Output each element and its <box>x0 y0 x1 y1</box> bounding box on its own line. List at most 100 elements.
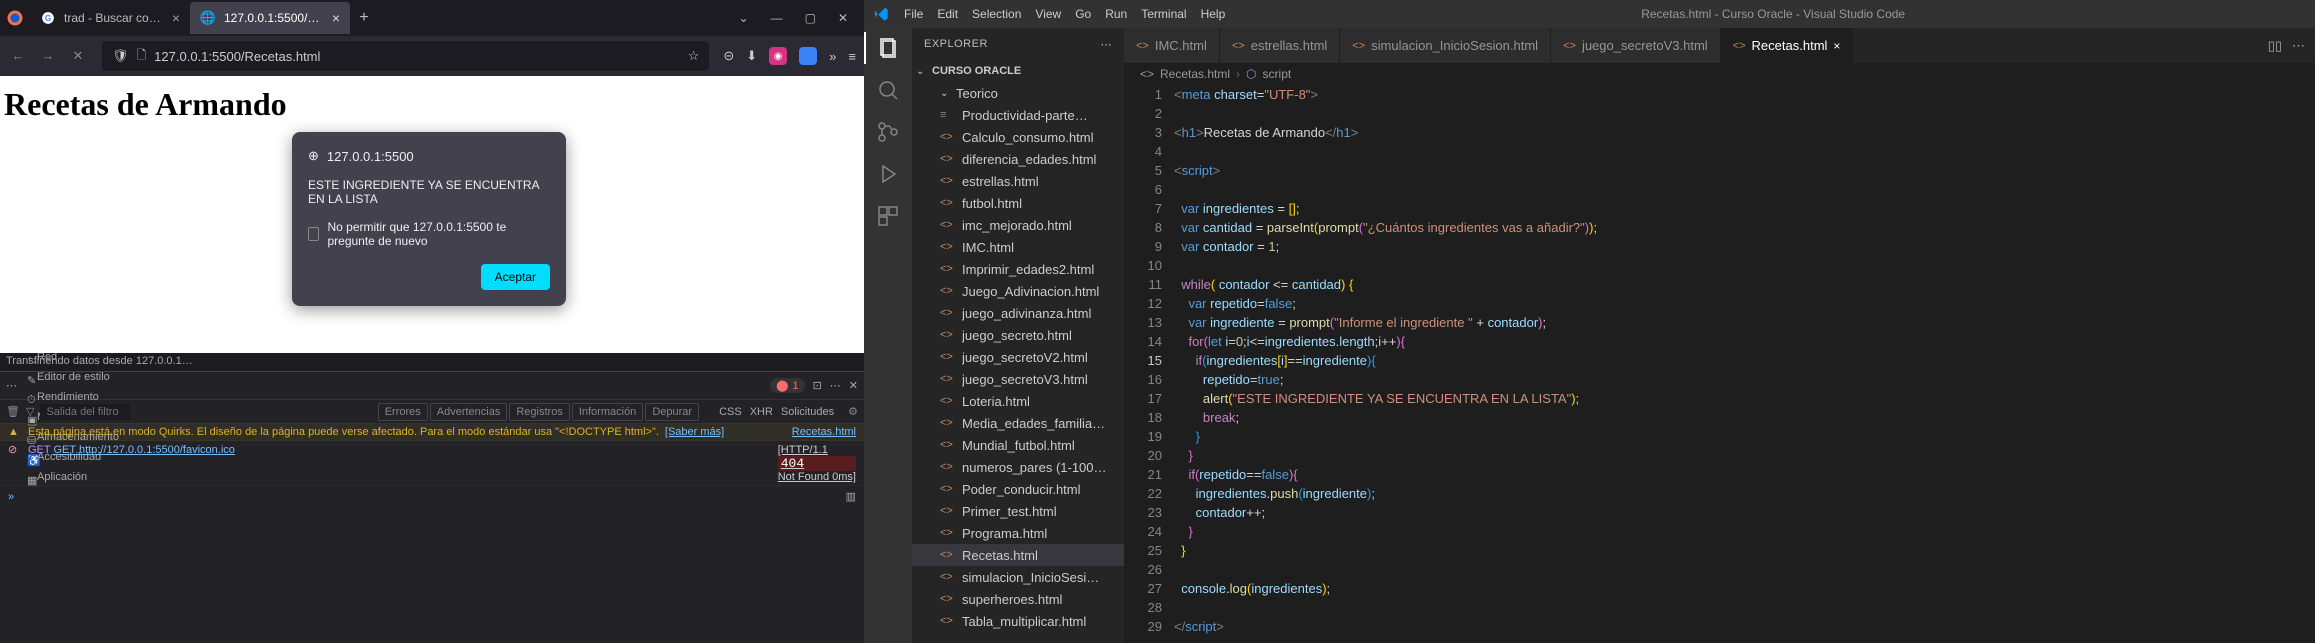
file-item[interactable]: <>Mundial_futbol.html <box>912 434 1124 456</box>
run-debug-icon[interactable] <box>876 162 900 186</box>
editor-tab[interactable]: <>estrellas.html <box>1220 28 1340 63</box>
file-item[interactable]: <>juego_secretoV2.html <box>912 346 1124 368</box>
console-url[interactable]: GET http://127.0.0.1:5500/favicon.ico <box>53 444 234 456</box>
menu-item[interactable]: Selection <box>972 7 1021 21</box>
file-item[interactable]: <>diferencia_edades.html <box>912 148 1124 170</box>
shield-icon[interactable]: 🛡 <box>112 48 129 64</box>
stop-button[interactable]: ✕ <box>68 48 88 64</box>
extension-badge[interactable]: ◉ <box>769 47 787 65</box>
filter-button[interactable]: Información <box>572 403 643 421</box>
split-editor-icon[interactable]: ▯▯ <box>2268 38 2282 54</box>
file-item[interactable]: <>Tabla_multiplicar.html <box>912 610 1124 632</box>
editor-tab[interactable]: <>simulacion_InicioSesion.html <box>1340 28 1551 63</box>
file-item[interactable]: <>juego_adivinanza.html <box>912 302 1124 324</box>
menu-item[interactable]: File <box>904 7 923 21</box>
console-source-link[interactable]: Recetas.html <box>792 426 856 438</box>
page-info-icon[interactable]: 🗋 <box>137 46 147 67</box>
explorer-icon[interactable] <box>876 36 900 60</box>
file-item[interactable]: <>Juego_Adivinacion.html <box>912 280 1124 302</box>
menu-item[interactable]: Terminal <box>1141 7 1186 21</box>
close-icon[interactable]: ✕ <box>838 11 848 25</box>
filter-button[interactable]: Advertencias <box>430 403 508 421</box>
file-item[interactable]: <>Calculo_consumo.html <box>912 126 1124 148</box>
reader-icon[interactable]: ⊝ <box>723 48 734 64</box>
search-icon[interactable] <box>876 78 900 102</box>
download-icon[interactable]: ⬇ <box>746 48 757 64</box>
console-warning-row[interactable]: ▲ Esta página está en modo Quirks. El di… <box>0 424 864 441</box>
console-prompt[interactable]: » ▥ <box>0 486 864 507</box>
minimize-icon[interactable]: — <box>771 11 783 25</box>
menu-item[interactable]: View <box>1035 7 1061 21</box>
editor-tab[interactable]: <>juego_secretoV3.html <box>1551 28 1721 63</box>
console-sidebar-toggle-icon[interactable]: ▥ <box>846 490 856 503</box>
file-item[interactable]: <>Loteria.html <box>912 390 1124 412</box>
close-icon[interactable]: × <box>1833 39 1840 53</box>
file-item[interactable]: <>juego_secreto.html <box>912 324 1124 346</box>
file-item[interactable]: <>Recetas.html <box>912 544 1124 566</box>
maximize-icon[interactable]: ▢ <box>805 11 816 25</box>
editor-tab[interactable]: <>Recetas.html× <box>1721 28 1854 63</box>
close-icon[interactable]: × <box>332 10 340 26</box>
forward-button[interactable]: → <box>38 48 58 64</box>
filter-toggle[interactable]: CSS <box>719 406 742 418</box>
file-item[interactable]: <>simulacion_InicioSesi… <box>912 566 1124 588</box>
dialog-checkbox[interactable] <box>308 227 319 241</box>
console-error-row[interactable]: ⊘ GET GET http://127.0.0.1:5500/favicon.… <box>0 441 864 486</box>
file-item[interactable]: ≡Productividad-parte… <box>912 104 1124 126</box>
devtools-settings-icon[interactable]: ⊡ <box>813 379 822 392</box>
filter-toggle[interactable]: XHR <box>750 406 773 418</box>
file-item[interactable]: <>superheroes.html <box>912 588 1124 610</box>
close-icon[interactable]: × <box>172 10 180 26</box>
learn-more-link[interactable]: [Saber más] <box>665 426 724 438</box>
devtools-more-icon[interactable]: ⋯ <box>830 379 841 392</box>
file-item[interactable]: <>Primer_test.html <box>912 500 1124 522</box>
editor-tab[interactable]: <>IMC.html <box>1124 28 1220 63</box>
source-control-icon[interactable] <box>876 120 900 144</box>
overflow-icon[interactable]: ⋯ <box>6 379 17 392</box>
error-count-badge[interactable]: ⬤1 <box>770 378 804 393</box>
filter-button[interactable]: Errores <box>378 403 428 421</box>
breadcrumb[interactable]: <> Recetas.html › ⬡ script <box>1124 63 2315 85</box>
file-item[interactable]: <>juego_secretoV3.html <box>912 368 1124 390</box>
file-item[interactable]: <>IMC.html <box>912 236 1124 258</box>
svg-text:G: G <box>45 14 51 23</box>
more-icon[interactable]: ⋯ <box>2292 38 2305 54</box>
file-item[interactable]: <>estrellas.html <box>912 170 1124 192</box>
browser-tab-active[interactable]: 🌐 127.0.0.1:5500/Recetas.html × <box>190 2 350 34</box>
filter-icon[interactable]: ▽ <box>26 405 34 418</box>
trash-icon[interactable]: 🗑 <box>6 405 20 418</box>
menu-item[interactable]: Run <box>1105 7 1127 21</box>
menu-item[interactable]: Go <box>1075 7 1091 21</box>
devtools-tab[interactable]: ✎Editor de estilo <box>19 367 127 387</box>
chevron-down-icon[interactable]: ⌄ <box>739 11 749 25</box>
filter-toggle[interactable]: Solicitudes <box>781 406 834 418</box>
extensions-icon[interactable] <box>876 204 900 228</box>
file-item[interactable]: <>Poder_conducir.html <box>912 478 1124 500</box>
filter-input[interactable] <box>40 404 130 420</box>
url-bar[interactable]: 🛡 🗋 127.0.0.1:5500/Recetas.html ☆ <box>102 41 709 71</box>
filter-button[interactable]: Registros <box>509 403 569 421</box>
extension-badge[interactable] <box>799 47 817 65</box>
file-item[interactable]: <>futbol.html <box>912 192 1124 214</box>
overflow-menu-icon[interactable]: » <box>829 49 836 64</box>
more-icon[interactable]: ⋯ <box>1101 38 1113 51</box>
settings-icon[interactable]: ⚙ <box>848 405 858 418</box>
workspace-folder[interactable]: ⌄ CURSO ORACLE <box>912 60 1124 82</box>
browser-tab[interactable]: G trad - Buscar con Google × <box>30 2 190 34</box>
file-item[interactable]: <>Programa.html <box>912 522 1124 544</box>
menu-item[interactable]: Edit <box>937 7 958 21</box>
bookmark-star-icon[interactable]: ☆ <box>688 48 700 64</box>
hamburger-menu-icon[interactable]: ≡ <box>848 49 856 64</box>
dialog-ok-button[interactable]: Aceptar <box>481 264 550 290</box>
filter-button[interactable]: Depurar <box>645 403 699 421</box>
back-button[interactable]: ← <box>8 48 28 64</box>
folder-item[interactable]: ⌄ Teorico <box>912 82 1124 104</box>
devtools-close-icon[interactable]: ✕ <box>849 379 858 392</box>
file-item[interactable]: <>Media_edades_familia… <box>912 412 1124 434</box>
code-editor[interactable]: 1234567891011121314151617181920212223242… <box>1124 85 2315 643</box>
menu-item[interactable]: Help <box>1201 7 1226 21</box>
file-item[interactable]: <>imc_mejorado.html <box>912 214 1124 236</box>
file-item[interactable]: <>Imprimir_edades2.html <box>912 258 1124 280</box>
new-tab-button[interactable]: + <box>350 9 378 27</box>
file-item[interactable]: <>numeros_pares (1-100… <box>912 456 1124 478</box>
